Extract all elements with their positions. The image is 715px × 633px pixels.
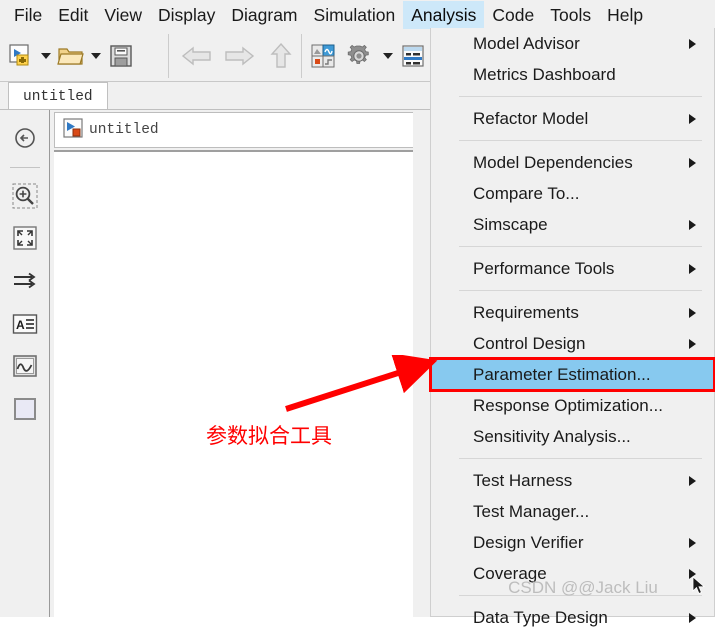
menu-item-performance-tools[interactable]: Performance Tools <box>431 253 714 284</box>
submenu-arrow-icon <box>689 263 696 274</box>
annotation-label: 参数拟合工具 <box>206 424 332 448</box>
toolbar-group-file <box>4 30 138 82</box>
menu-item-test-harness[interactable]: Test Harness <box>431 465 714 496</box>
chevron-down-icon <box>91 53 101 59</box>
signal-routing-icon[interactable] <box>9 265 41 297</box>
mouse-cursor-icon <box>692 576 706 595</box>
menubar-item-display[interactable]: Display <box>150 1 223 29</box>
menubar-item-view[interactable]: View <box>96 1 150 29</box>
menu-item-label: Requirements <box>473 302 579 322</box>
menu-item-label: Control Design <box>473 333 586 353</box>
chevron-down-icon <box>383 53 393 59</box>
simulink-model-icon <box>63 117 83 143</box>
menu-item-parameter-estimation[interactable]: Parameter Estimation... <box>429 357 715 392</box>
navigate-back-icon[interactable] <box>9 122 41 154</box>
analysis-dropdown-menu: Model Advisor Metrics Dashboard Refactor… <box>429 28 715 627</box>
menu-item-label: Metrics Dashboard <box>473 64 616 84</box>
menu-item-label: Test Harness <box>473 470 573 490</box>
menu-item-metrics-dashboard[interactable]: Metrics Dashboard <box>431 59 714 90</box>
menubar: File Edit View Display Diagram Simulatio… <box>0 0 715 30</box>
menu-item-requirements[interactable]: Requirements <box>431 297 714 328</box>
menu-item-label: Response Optimization... <box>473 395 663 415</box>
submenu-arrow-icon <box>689 537 696 548</box>
open-folder-icon[interactable] <box>54 39 88 73</box>
menu-item-design-verifier[interactable]: Design Verifier <box>431 527 714 558</box>
submenu-arrow-icon <box>689 307 696 318</box>
menu-item-model-advisor[interactable]: Model Advisor <box>431 28 714 59</box>
menubar-item-tools[interactable]: Tools <box>542 1 599 29</box>
tab-untitled[interactable]: untitled <box>8 82 108 110</box>
toolbar-separator-1 <box>168 34 169 78</box>
menu-item-response-optimization[interactable]: Response Optimization... <box>431 390 714 421</box>
toolbar-separator-2 <box>301 34 302 78</box>
menu-separator <box>459 246 702 247</box>
model-configuration-gear-icon[interactable] <box>340 39 380 73</box>
menu-item-sensitivity-analysis[interactable]: Sensitivity Analysis... <box>431 421 714 452</box>
menu-separator <box>459 96 702 97</box>
forward-arrow-icon[interactable] <box>218 39 260 73</box>
svg-text:A: A <box>16 318 25 332</box>
submenu-arrow-icon <box>689 157 696 168</box>
menu-item-label: Refactor Model <box>473 108 589 128</box>
menubar-item-simulation[interactable]: Simulation <box>306 1 404 29</box>
simulink-model-window: File Edit View Display Diagram Simulatio… <box>0 0 715 627</box>
menu-separator <box>459 290 702 291</box>
chevron-down-icon <box>41 53 51 59</box>
save-icon[interactable] <box>104 39 138 73</box>
zoom-in-icon[interactable] <box>9 180 41 212</box>
up-arrow-icon[interactable] <box>260 39 302 73</box>
model-explorer-icon[interactable] <box>396 39 430 73</box>
menu-item-refactor-model[interactable]: Refactor Model <box>431 103 714 134</box>
submenu-arrow-icon <box>689 612 696 623</box>
menu-item-label: Model Advisor <box>473 33 580 53</box>
submenu-arrow-icon <box>689 38 696 49</box>
menu-item-compare-to[interactable]: Compare To... <box>431 178 714 209</box>
toolbar-group-tools <box>306 30 430 82</box>
menu-item-label: Design Verifier <box>473 532 584 552</box>
menubar-item-analysis[interactable]: Analysis <box>403 1 485 29</box>
menubar-item-code[interactable]: Code <box>484 1 542 29</box>
menu-item-label: Compare To... <box>473 183 580 203</box>
menu-item-simscape[interactable]: Simscape <box>431 209 714 240</box>
library-browser-icon[interactable] <box>306 39 340 73</box>
submenu-arrow-icon <box>689 219 696 230</box>
menu-item-label: Data Type Design <box>473 607 608 627</box>
submenu-arrow-icon <box>689 113 696 124</box>
menu-separator <box>459 140 702 141</box>
submenu-arrow-icon <box>689 475 696 486</box>
annotation-text-icon[interactable]: A <box>9 308 41 340</box>
menu-item-label: Test Manager... <box>473 501 590 521</box>
breadcrumb-label: untitled <box>89 122 159 138</box>
canvas-palette: A <box>0 110 50 617</box>
menubar-item-help[interactable]: Help <box>599 1 651 29</box>
palette-divider <box>10 167 40 168</box>
back-arrow-icon[interactable] <box>176 39 218 73</box>
menu-item-label: Performance Tools <box>473 258 615 278</box>
menubar-item-edit[interactable]: Edit <box>50 1 96 29</box>
menu-item-label: Sensitivity Analysis... <box>473 426 631 446</box>
menu-separator <box>459 458 702 459</box>
menu-item-label: Model Dependencies <box>473 152 633 172</box>
watermark-text: CSDN @@Jack Liu <box>508 578 658 597</box>
block-shape-icon[interactable] <box>9 393 41 425</box>
model-configuration-dropdown-caret[interactable] <box>380 39 396 73</box>
menu-item-model-dependencies[interactable]: Model Dependencies <box>431 147 714 178</box>
menu-item-data-type-design[interactable]: Data Type Design <box>431 602 714 633</box>
open-dropdown-caret[interactable] <box>88 39 104 73</box>
submenu-arrow-icon <box>689 338 696 349</box>
menu-item-label: Simscape <box>473 214 548 234</box>
new-model-dropdown-caret[interactable] <box>38 39 54 73</box>
menu-item-test-manager[interactable]: Test Manager... <box>431 496 714 527</box>
menu-item-control-design[interactable]: Control Design <box>431 328 714 359</box>
menu-item-label: Parameter Estimation... <box>473 364 651 384</box>
menubar-item-diagram[interactable]: Diagram <box>223 1 305 29</box>
menubar-item-file[interactable]: File <box>6 1 50 29</box>
new-model-icon[interactable] <box>4 39 38 73</box>
scope-signal-icon[interactable] <box>9 350 41 382</box>
toolbar-group-navigation <box>176 30 302 82</box>
fit-to-view-icon[interactable] <box>9 222 41 254</box>
